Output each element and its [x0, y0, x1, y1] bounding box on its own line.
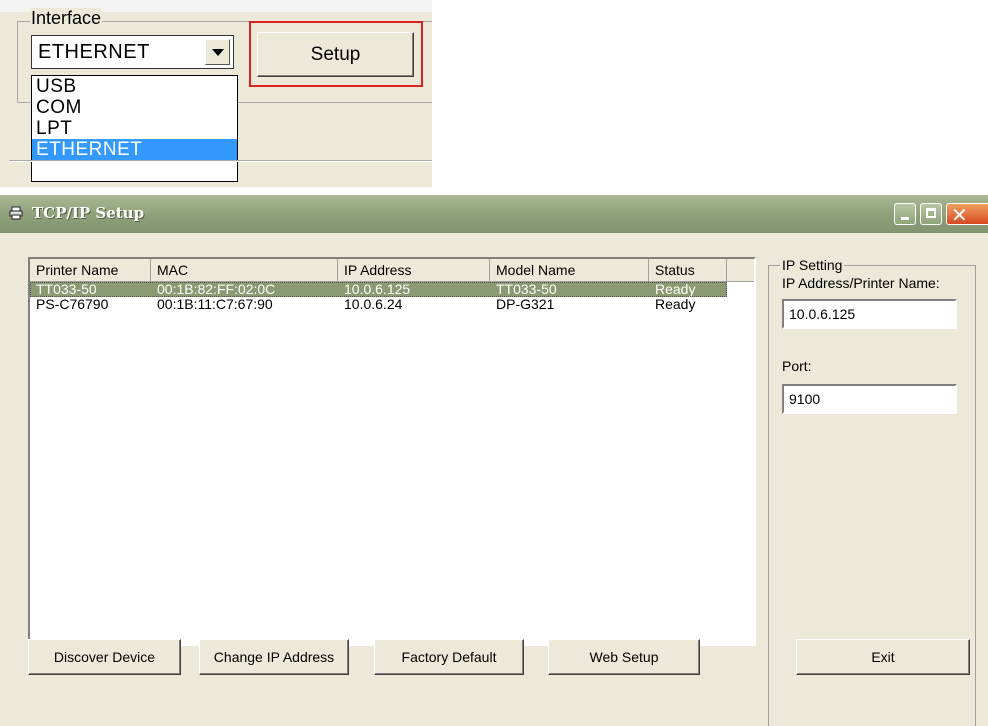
minimize-button[interactable] — [894, 203, 916, 225]
column-mac[interactable]: MAC — [151, 259, 338, 282]
interface-dropdown-list[interactable]: USB COM LPT ETHERNET — [31, 75, 238, 182]
setup-button[interactable]: Setup — [257, 32, 414, 77]
column-filler — [727, 259, 754, 282]
web-setup-button[interactable]: Web Setup — [548, 639, 700, 675]
window-title: TCP/IP Setup — [32, 204, 145, 222]
close-icon: ✕ — [951, 203, 968, 227]
maximize-button[interactable] — [920, 203, 942, 225]
discover-device-button[interactable]: Discover Device — [28, 639, 181, 675]
printer-list[interactable]: Printer Name MAC IP Address Model Name S… — [28, 257, 756, 646]
interface-option-usb[interactable]: USB — [32, 76, 237, 97]
cell-model-name: TT033-50 — [496, 282, 557, 297]
interface-selected-value: ETHERNET — [38, 41, 150, 63]
cell-printer-name: TT033-50 — [36, 282, 97, 297]
cell-mac: 00:1B:82:FF:02:0C — [157, 282, 276, 297]
cell-ip-address: 10.0.6.125 — [344, 282, 411, 297]
cell-status: Ready — [655, 282, 696, 297]
exit-button[interactable]: Exit — [796, 639, 970, 675]
interface-combobox[interactable]: ETHERNET — [31, 35, 234, 69]
divider — [9, 160, 432, 162]
interface-legend: Interface — [30, 8, 103, 28]
change-ip-address-button[interactable]: Change IP Address — [199, 639, 349, 675]
chevron-down-icon[interactable] — [205, 39, 230, 65]
list-header: Printer Name MAC IP Address Model Name S… — [30, 259, 754, 282]
interface-option-lpt[interactable]: LPT — [32, 118, 237, 139]
tcpip-setup-window: TCP/IP Setup ✕ Printer Name MAC IP Addre… — [0, 195, 988, 726]
port-input[interactable] — [782, 384, 957, 414]
printer-icon — [9, 206, 23, 220]
cell-mac: 00:1B:11:C7:67:90 — [157, 297, 273, 312]
column-status[interactable]: Status — [649, 259, 727, 282]
port-label: Port: — [782, 358, 812, 374]
interface-panel: Interface ETHERNET Setup USB COM LPT ETH… — [0, 0, 432, 187]
cell-ip-address: 10.0.6.24 — [344, 297, 403, 312]
close-button[interactable]: ✕ — [946, 203, 988, 227]
column-model-name[interactable]: Model Name — [490, 259, 649, 282]
column-printer-name[interactable]: Printer Name — [30, 259, 151, 282]
cell-model-name: DP-G321 — [496, 297, 555, 312]
factory-default-button[interactable]: Factory Default — [374, 639, 524, 675]
table-row[interactable]: TT033-50 00:1B:82:FF:02:0C 10.0.6.125 TT… — [30, 282, 727, 297]
interface-option-com[interactable]: COM — [32, 97, 237, 118]
ip-address-label: IP Address/Printer Name: — [782, 275, 940, 291]
title-bar[interactable]: TCP/IP Setup ✕ — [0, 195, 988, 233]
cell-printer-name: PS-C76790 — [36, 297, 109, 312]
ip-setting-legend: IP Setting — [780, 257, 845, 273]
column-ip-address[interactable]: IP Address — [338, 259, 490, 282]
table-row[interactable]: PS-C76790 00:1B:11:C7:67:90 10.0.6.24 DP… — [30, 297, 727, 312]
interface-option-ethernet[interactable]: ETHERNET — [32, 139, 237, 160]
cell-status: Ready — [655, 297, 696, 312]
ip-address-input[interactable] — [782, 299, 957, 329]
